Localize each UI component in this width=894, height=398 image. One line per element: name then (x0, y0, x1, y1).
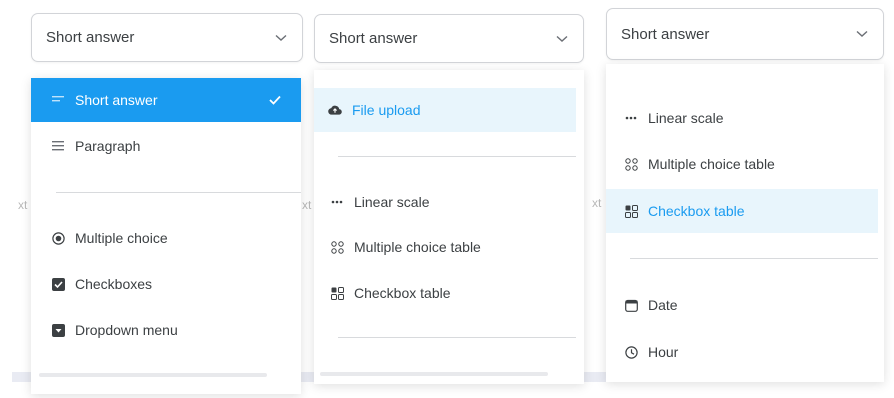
question-type-menu: File upload Linear scale Multiple choice… (314, 70, 584, 384)
question-type-menu: Short answer Paragraph Multiple choice C… (31, 78, 301, 394)
question-type-menu: Linear scale Multiple choice table Check… (606, 64, 884, 382)
menu-item-short-answer[interactable]: Short answer (31, 78, 301, 122)
menu-item-label: File upload (352, 102, 421, 118)
check-icon (269, 92, 281, 108)
menu-item-label: Multiple choice table (648, 156, 775, 172)
cloud-upload-icon (328, 103, 342, 117)
menu-item-multiple-choice[interactable]: Multiple choice (31, 216, 301, 260)
ellipsis-icon (624, 111, 638, 125)
menu-separator (56, 192, 301, 193)
menu-item-multiple-choice-table[interactable]: Multiple choice table (314, 225, 584, 269)
menu-item-label: Linear scale (648, 110, 724, 126)
grid-icon (624, 157, 638, 171)
menu-item-label: Checkbox table (648, 203, 745, 219)
background-text-fragment: xt (592, 196, 602, 210)
menu-item-label: Checkboxes (75, 276, 153, 292)
menu-item-linear-scale[interactable]: Linear scale (314, 180, 584, 224)
chevron-down-icon (855, 27, 869, 41)
menu-item-label: Short answer (75, 92, 158, 108)
menu-item-paragraph[interactable]: Paragraph (31, 124, 301, 168)
radio-icon (51, 231, 65, 245)
select-value: Short answer (46, 29, 135, 46)
menu-item-multiple-choice-table[interactable]: Multiple choice table (606, 142, 884, 186)
calendar-icon (624, 298, 638, 312)
ellipsis-icon (330, 195, 344, 209)
menu-separator (338, 337, 576, 338)
menu-item-hour[interactable]: Hour (606, 330, 884, 374)
menu-item-label: Paragraph (75, 138, 141, 154)
menu-item-file-upload[interactable]: File upload (314, 88, 576, 132)
chevron-down-icon (274, 31, 288, 45)
menu-item-label: Multiple choice table (354, 239, 481, 255)
menu-separator (338, 156, 576, 157)
question-type-select[interactable]: Short answer (31, 13, 303, 62)
menu-item-checkbox-table[interactable]: Checkbox table (606, 189, 878, 233)
menu-item-label: Hour (648, 344, 679, 360)
menu-scroll-fade (320, 372, 548, 376)
menu-item-label: Checkbox table (354, 285, 451, 301)
menu-item-label: Date (648, 297, 678, 313)
background-text-fragment: xt (18, 198, 28, 212)
menu-item-date[interactable]: Date (606, 283, 884, 327)
select-value: Short answer (621, 25, 710, 43)
background-text-fragment: xt (302, 198, 312, 212)
checkbox-grid-icon (330, 286, 344, 300)
short-text-icon (51, 93, 65, 107)
clock-icon (624, 345, 638, 359)
menu-separator (630, 258, 878, 259)
select-value: Short answer (329, 30, 418, 47)
checkbox-grid-icon (624, 204, 638, 218)
menu-scroll-fade (39, 373, 267, 377)
question-type-select[interactable]: Short answer (606, 8, 884, 60)
menu-item-checkbox-table[interactable]: Checkbox table (314, 271, 584, 315)
menu-item-dropdown-menu[interactable]: Dropdown menu (31, 308, 301, 352)
menu-item-checkboxes[interactable]: Checkboxes (31, 262, 301, 306)
menu-item-label: Dropdown menu (75, 322, 178, 338)
grid-icon (330, 240, 344, 254)
menu-item-label: Multiple choice (75, 230, 168, 246)
question-type-select[interactable]: Short answer (314, 14, 584, 63)
chevron-down-icon (555, 32, 569, 46)
menu-item-linear-scale[interactable]: Linear scale (606, 96, 884, 140)
menu-item-label: Linear scale (354, 194, 430, 210)
checkbox-icon (51, 277, 65, 291)
dropdown-icon (51, 323, 65, 337)
paragraph-icon (51, 139, 65, 153)
